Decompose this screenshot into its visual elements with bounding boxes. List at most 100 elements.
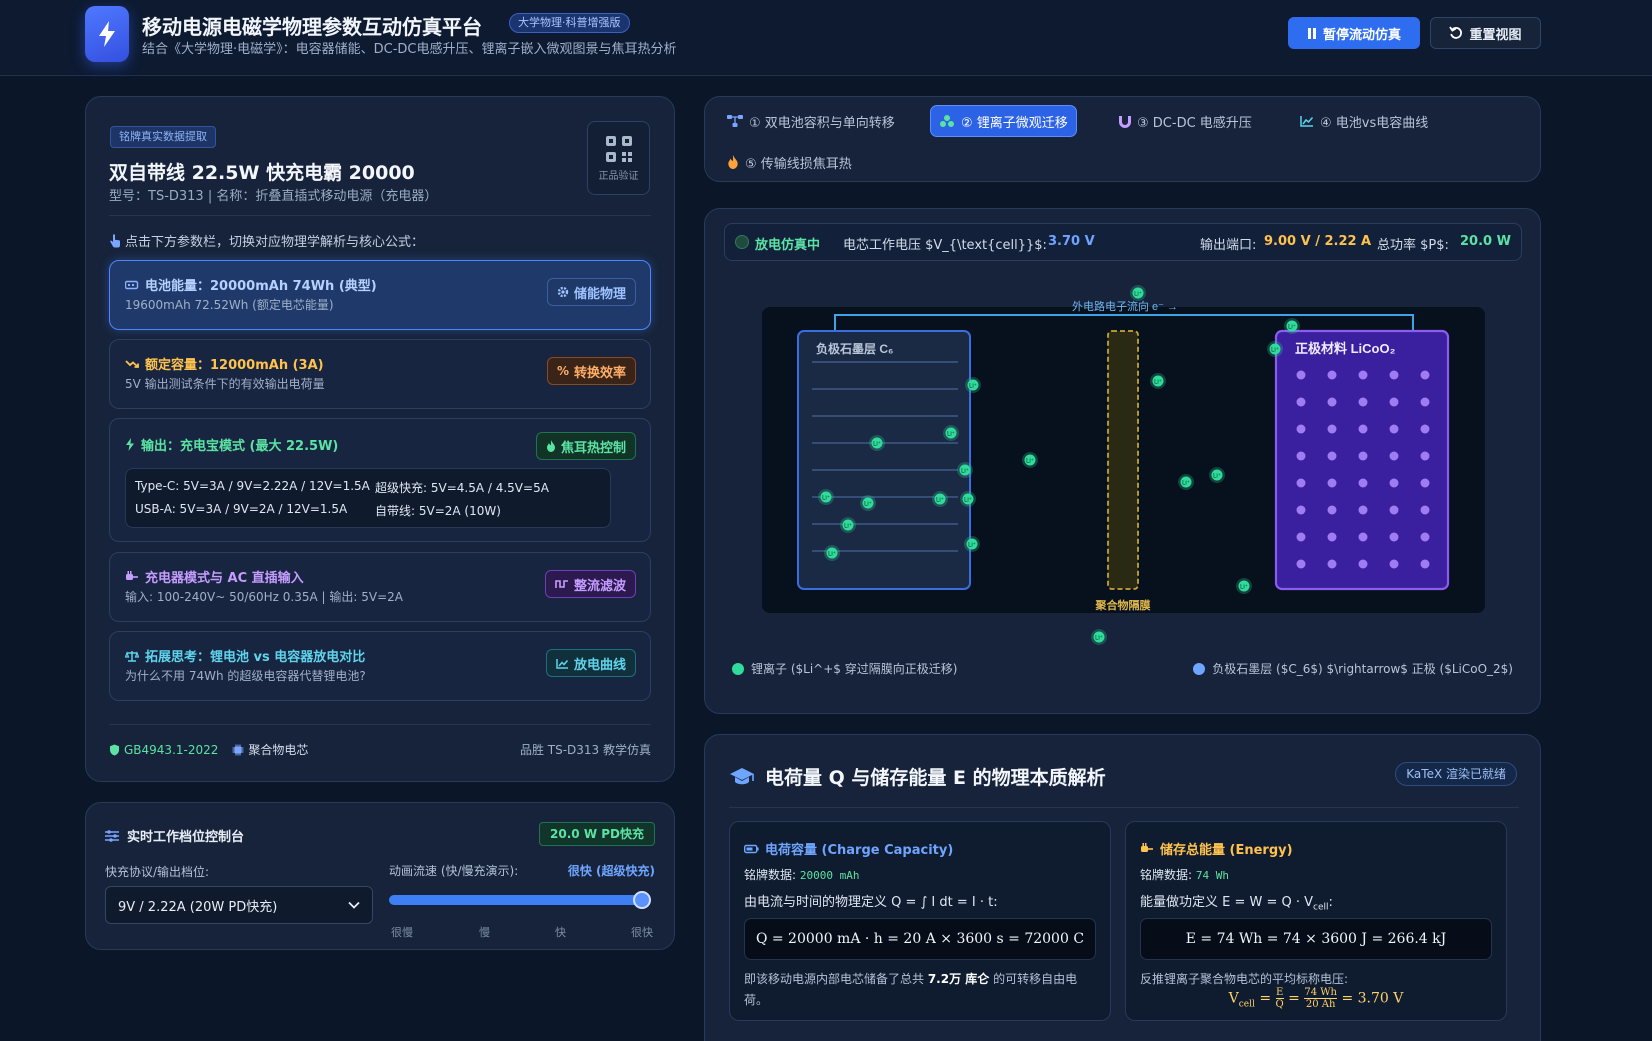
lithium-ion-simulation: 外电路电子流向 e⁻ → 负极石墨层 C₆ 聚合物隔膜 正极材料 LiCoO₂ …	[762, 285, 1485, 645]
svg-text:Li⁺: Li⁺	[1240, 584, 1248, 591]
param-rated-capacity[interactable]: 额定容量：12000mAh (3A) 5V 输出测试条件下的有效输出电荷量 % …	[109, 339, 651, 409]
speed-slider-thumb[interactable]	[633, 891, 651, 909]
external-circuit-wire	[834, 314, 1414, 331]
pause-simulation-button[interactable]: 暂停流动仿真	[1288, 17, 1420, 49]
svg-text:Li⁺: Li⁺	[968, 542, 976, 549]
svg-text:Li⁺: Li⁺	[936, 497, 944, 504]
tab-dcdc-boost[interactable]: ③ DC-DC 电感升压	[1111, 105, 1260, 137]
output-port-value: 9.00 V / 2.22 A	[1264, 234, 1372, 249]
shield-icon	[110, 744, 119, 755]
param-charger-mode[interactable]: 充电器模式与 AC 直插输入 输入: 100-240V~ 50/60Hz 0.3…	[109, 552, 651, 622]
energy-formula: E = 74 Wh = 74 × 3600 J = 266.4 kJ	[1140, 918, 1492, 960]
conversion-efficiency-chip[interactable]: % 转换效率	[546, 357, 636, 385]
lithium-ion: Li⁺	[860, 495, 876, 511]
energy-definition: 能量做功定义 E = W = Q · Vcell:	[1140, 895, 1333, 913]
balance-scale-icon	[125, 650, 139, 662]
param-title: 拓展思考：锂电池 vs 电容器放电对比	[125, 646, 365, 665]
lattice-atom	[1389, 424, 1399, 434]
polymer-separator	[1107, 330, 1139, 590]
lithium-ion: Li⁺	[1284, 318, 1300, 334]
lattice-atom	[1358, 505, 1368, 515]
param-title: 额定容量：12000mAh (3A)	[125, 354, 324, 373]
joule-heat-chip[interactable]: 焦耳热控制	[535, 432, 636, 460]
svg-text:Li⁺: Li⁺	[969, 383, 977, 390]
standard-text: GB4943.1-2022	[124, 742, 219, 757]
param-hint-text: 点击下方参数栏，切换对应物理学解析与核心公式：	[125, 235, 425, 250]
cable-output: 自带线: 5V=2A (10W)	[375, 504, 501, 518]
tab-battery-vs-capacitor[interactable]: ④ 电池vs电容曲线	[1292, 105, 1436, 137]
lithium-ion: Li⁺	[932, 491, 948, 507]
ion-legend-dot	[732, 662, 744, 675]
svg-text:Li⁺: Li⁺	[1182, 480, 1190, 487]
chevron-down-icon	[348, 901, 360, 909]
lithium-ion: Li⁺	[960, 491, 976, 507]
svg-text:Li⁺: Li⁺	[1026, 458, 1034, 465]
edition-badge: 大学物理·科普增强版	[509, 13, 630, 33]
pause-icon	[1307, 27, 1316, 39]
lithium-ion: Li⁺	[1150, 373, 1166, 389]
energy-physics-chip[interactable]: 储能物理	[546, 278, 636, 306]
param-output[interactable]: 输出：充电宝模式 (最大 22.5W) 焦耳热控制 Type-C: 5V=3A …	[109, 418, 651, 542]
reset-view-button[interactable]: 重置视图	[1430, 17, 1541, 49]
tab-joule-heat[interactable]: ⑤ 传输线损焦耳热	[719, 146, 860, 178]
lattice-atom	[1389, 397, 1399, 407]
lattice-atom	[1327, 424, 1337, 434]
lattice-atom	[1296, 559, 1306, 569]
rectify-filter-chip[interactable]: 整流滤波	[544, 570, 636, 598]
speed-label: 动画流速 (快/慢充演示):	[389, 864, 519, 878]
lattice-atom	[1296, 424, 1306, 434]
lattice-atom	[1358, 478, 1368, 488]
lithium-ion: Li⁺	[957, 462, 973, 478]
lithium-ion: Li⁺	[1130, 285, 1146, 301]
lithium-ion: Li⁺	[1091, 629, 1107, 645]
lattice-atom	[1296, 505, 1306, 515]
lattice-atom	[1420, 505, 1430, 515]
svg-text:Li⁺: Li⁺	[822, 495, 830, 502]
flame-icon	[728, 155, 738, 169]
param-battery-energy[interactable]: 电池能量：20000mAh 74Wh (典型) 19600mAh 72.52Wh…	[109, 260, 651, 330]
qr-verify-button[interactable]: 正品验证	[587, 121, 650, 195]
lattice-atom	[1327, 397, 1337, 407]
lattice-atom	[1358, 532, 1368, 542]
lattice-atom	[1296, 478, 1306, 488]
lithium-ion: Li⁺	[1209, 467, 1225, 483]
lattice-atom	[1420, 478, 1430, 488]
param-subtitle: 输入: 100-240V~ 50/60Hz 0.35A | 输出: 5V=2A	[125, 590, 403, 604]
app-subtitle: 结合《大学物理·电磁学》：电容器储能、DC-DC电感升压、锂离子嵌入微观图景与焦…	[142, 42, 677, 57]
divider	[729, 807, 1519, 808]
lattice-atom	[1358, 370, 1368, 380]
control-title: 实时工作档位控制台	[105, 826, 244, 845]
charge-formula: Q = 20000 mA · h = 20 A × 3600 s = 72000…	[744, 918, 1096, 960]
lithium-ion: Li⁺	[818, 489, 834, 505]
legend-ion: 锂离子 ($Li^+$ 穿过隔膜向正极迁移)	[732, 660, 957, 677]
stored-energy-title: 储存总能量 (Energy)	[1140, 839, 1293, 858]
app-title: 移动电源电磁学物理参数互动仿真平台	[142, 15, 482, 39]
reset-icon	[1449, 26, 1463, 39]
cell-voltage-label: 电芯工作电压 $V_{\text{cell}}$:	[843, 238, 1047, 253]
tab-battery-transfer[interactable]: ① 双电池容积与单向转移	[719, 105, 903, 137]
svg-text:Li⁺: Li⁺	[864, 501, 872, 508]
discharge-curve-chip[interactable]: 放电曲线	[545, 649, 636, 677]
divider	[109, 724, 651, 725]
param-title: 电池能量：20000mAh 74Wh (典型)	[125, 275, 377, 294]
output-spec-grid: Type-C: 5V=3A / 9V=2.22A / 12V=1.5A 超级快充…	[125, 468, 611, 528]
param-battery-vs-capacitor[interactable]: 拓展思考：锂电池 vs 电容器放电对比 为什么不用 74Wh 的超级电容器代替锂…	[109, 631, 651, 701]
external-flow-label: 外电路电子流向 e⁻ →	[1072, 299, 1178, 313]
protocol-select[interactable]: 9V / 2.22A (20W PD快充)	[105, 886, 373, 924]
total-power-label: 总功率 $P$:	[1377, 238, 1449, 253]
divider	[109, 215, 651, 216]
gear-icon	[557, 286, 569, 298]
product-name: 双自带线 22.5W 快充电霸 20000	[109, 162, 415, 184]
tab-lithium-migration[interactable]: ② 锂离子微观迁移	[930, 105, 1077, 137]
simulation-status-bar: 放电仿真中 电芯工作电压 $V_{\text{cell}}$: 3.70 V 输…	[724, 223, 1522, 261]
battery-icon	[744, 844, 759, 853]
speed-slider[interactable]	[389, 891, 651, 909]
lithium-ion: Li⁺	[1236, 578, 1252, 594]
line-chart-icon	[556, 658, 569, 669]
cell-voltage-derivation: Vcell = E Q = 74 Wh 20 Ah = 3.70 V	[1228, 987, 1404, 1010]
lattice-atom	[1358, 397, 1368, 407]
svg-text:Li⁺: Li⁺	[828, 551, 836, 558]
control-panel: 实时工作档位控制台 20.0 W PD快充 快充协议/输出档位: 9V / 2.…	[85, 802, 675, 950]
wave-icon	[555, 580, 568, 588]
lattice-atom	[1296, 451, 1306, 461]
